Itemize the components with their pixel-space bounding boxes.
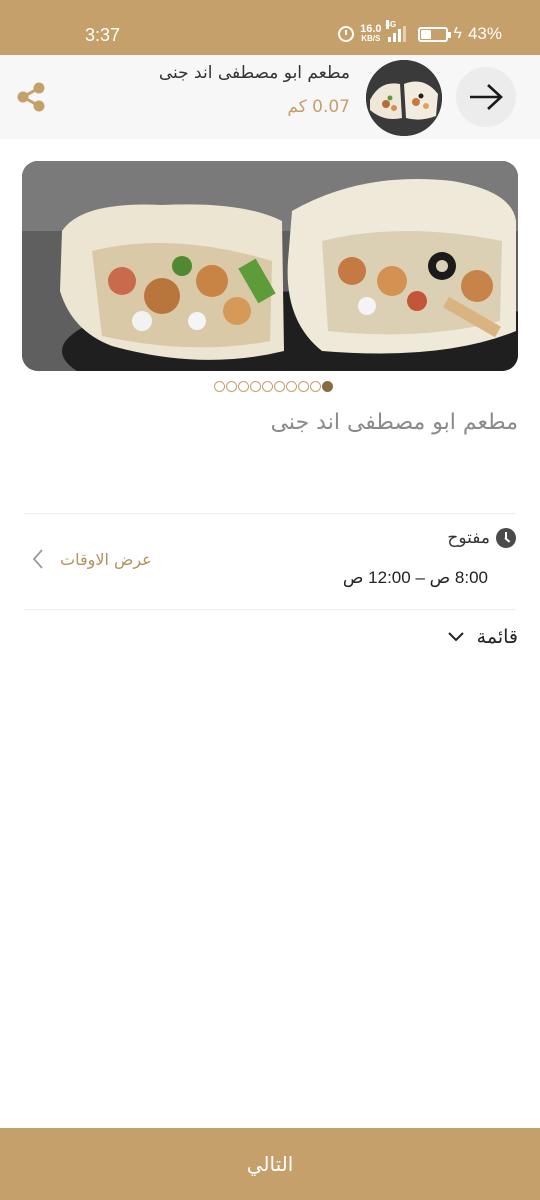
signal-icon: 4G (385, 20, 406, 42)
divider (24, 609, 516, 610)
pager-dot[interactable] (309, 381, 321, 392)
header-info: مطعم ابو مصطفى اند جنى 0.07 كم (159, 63, 350, 117)
restaurant-title: مطعم ابو مصطفى اند جنى (270, 410, 518, 435)
chevron-left-icon (32, 549, 43, 569)
header: مطعم ابو مصطفى اند جنى 0.07 كم (0, 55, 540, 139)
pager-dot[interactable] (273, 381, 285, 392)
pager-dot[interactable] (321, 381, 333, 392)
network-speed-value: 16.0 (360, 23, 382, 35)
status-time: 3:37 (85, 25, 121, 45)
clock-icon (496, 528, 516, 548)
network-speed: 16.0 KB/S (360, 23, 382, 44)
network-type: 4G (385, 20, 397, 29)
restaurant-photo[interactable] (22, 161, 518, 371)
share-icon (17, 82, 45, 112)
charging-icon: ϟ (453, 25, 462, 42)
pager-dot[interactable] (297, 381, 309, 392)
status-icons: 16.0 KB/S 4G ϟ 43% (338, 20, 502, 44)
show-times-button[interactable]: عرض الاوقات (30, 547, 152, 571)
open-status: مفتوح (447, 528, 490, 548)
menu-toggle[interactable]: قائمة (447, 626, 518, 648)
restaurant-avatar (366, 60, 442, 136)
show-times-label: عرض الاوقات (60, 549, 152, 569)
header-distance: 0.07 كم (287, 97, 350, 117)
arrow-right-icon (470, 84, 503, 110)
share-button[interactable] (14, 81, 48, 113)
network-speed-unit: KB/S (361, 34, 381, 43)
next-button[interactable]: التالي (0, 1128, 540, 1200)
pager-dot[interactable] (225, 381, 237, 392)
menu-label: قائمة (476, 626, 518, 648)
hours-status: مفتوح (447, 528, 516, 548)
divider (24, 513, 516, 514)
pager-dot[interactable] (237, 381, 249, 392)
header-restaurant-name: مطعم ابو مصطفى اند جنى (158, 63, 350, 83)
battery-icon (417, 26, 451, 42)
hours-range: 8:00 ص – 12:00 ص (342, 568, 488, 587)
pager-dot[interactable] (249, 381, 261, 392)
back-button[interactable] (456, 67, 516, 127)
alarm-icon (338, 26, 355, 42)
chevron-down-icon (447, 632, 464, 642)
pager-dot[interactable] (285, 381, 297, 392)
pager-dot[interactable] (213, 381, 225, 392)
pager-dot[interactable] (261, 381, 273, 392)
image-pager[interactable] (0, 381, 540, 392)
next-button-label: التالي (246, 1152, 294, 1176)
battery-percent: 43% (467, 24, 502, 43)
status-bar: 3:37 16.0 KB/S 4G ϟ 43% (0, 0, 540, 55)
